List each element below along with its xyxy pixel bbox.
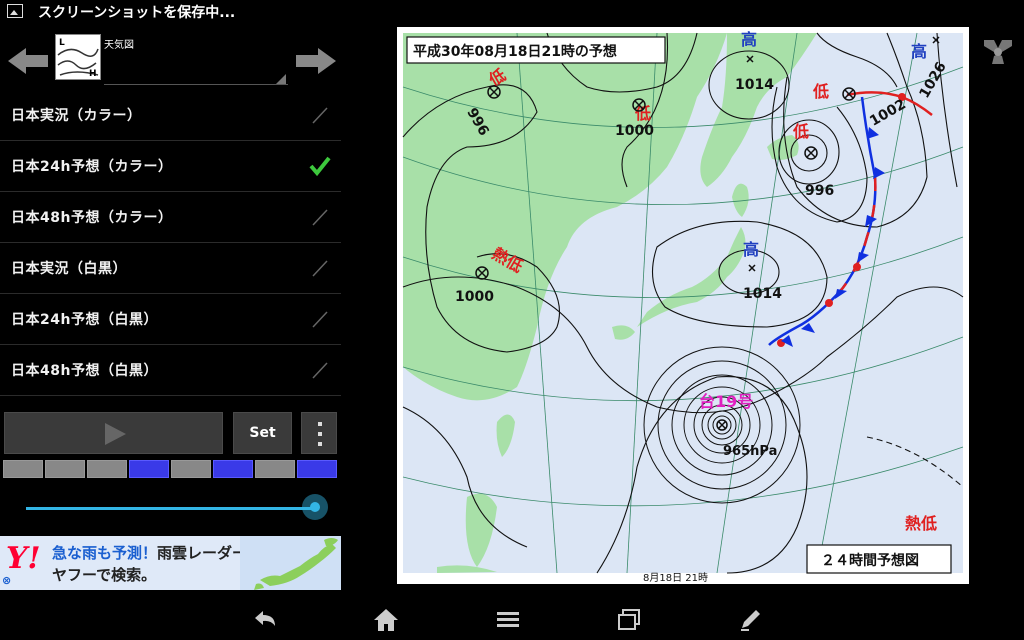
ad-close-icon[interactable]: ⊗ — [2, 574, 11, 587]
spinner-dropdown-icon[interactable] — [276, 74, 286, 84]
playback-controls: Set — [0, 410, 341, 456]
pressure-system-kind: 高 — [911, 42, 927, 61]
japan-map-icon — [240, 536, 341, 590]
pressure-system-kind: 高 — [743, 240, 759, 259]
frame-cell[interactable] — [297, 460, 337, 478]
unchecked-icon[interactable] — [309, 257, 331, 279]
ad-line-2: ヤフーで検索。 — [52, 566, 157, 584]
more-options-button[interactable] — [301, 412, 337, 454]
pressure-value: 1014 — [743, 286, 782, 302]
pressure-value: 1000 — [455, 289, 494, 305]
time-slider[interactable] — [0, 490, 341, 526]
list-item[interactable]: 日本実況（白黒） — [0, 243, 341, 294]
weather-chart: 低 996 低 1000 高 1014 低 996 低 1002 高 1026 … — [397, 27, 969, 584]
frame-cell[interactable] — [171, 460, 211, 478]
list-item[interactable]: 日本48h予想（白黒） — [0, 345, 341, 396]
list-item-label: 日本実況（白黒） — [11, 261, 127, 277]
frame-cell[interactable] — [213, 460, 253, 478]
pressure-value: 1014 — [735, 77, 774, 93]
set-button[interactable]: Set — [233, 412, 292, 454]
home-icon[interactable] — [370, 606, 402, 634]
map-selector-row: L H 天気図 — [0, 24, 341, 88]
frame-cell[interactable] — [255, 460, 295, 478]
list-item[interactable]: 日本24h予想（白黒） — [0, 294, 341, 345]
yahoo-logo: Y! — [6, 541, 41, 576]
control-panel: L H 天気図 日本実況（カラー） 日本24h予想（カラー） 日本48h予想（カ… — [0, 24, 341, 600]
pressure-value: 1000 — [615, 123, 654, 139]
list-item[interactable]: 日本24h予想（カラー） — [0, 141, 341, 192]
frame-cell[interactable] — [45, 460, 85, 478]
thumb-letter-h: H — [89, 69, 97, 79]
system-nav-bar — [0, 600, 1024, 640]
slider-track[interactable] — [26, 507, 315, 510]
unchecked-icon[interactable] — [309, 206, 331, 228]
map-title: 平成30年08月18日21時の予想 — [413, 43, 617, 60]
list-item-label: 日本48h予想（カラー） — [11, 210, 173, 226]
dot-icon — [318, 442, 322, 446]
play-button[interactable] — [4, 412, 223, 454]
unchecked-icon[interactable] — [309, 359, 331, 381]
list-item[interactable]: 日本実況（カラー） — [0, 90, 341, 141]
image-icon — [7, 4, 23, 18]
list-item-label: 日本24h予想（カラー） — [11, 159, 173, 175]
back-icon[interactable] — [249, 606, 281, 634]
map-name: 天気図 — [104, 40, 134, 51]
list-item-label: 日本48h予想（白黒） — [11, 363, 158, 379]
frame-cell[interactable] — [129, 460, 169, 478]
unchecked-icon[interactable] — [309, 308, 331, 330]
map-area: 低 996 低 1000 高 1014 低 996 低 1002 高 1026 … — [402, 30, 964, 574]
prev-arrow-icon[interactable] — [6, 46, 50, 76]
pressure-system-kind: 低 — [812, 82, 829, 101]
list-item[interactable]: 日本48h予想（カラー） — [0, 192, 341, 243]
spinner-underline[interactable] — [104, 84, 288, 85]
typhoon-label: 台19号 — [699, 392, 753, 411]
thumb-letter-l: L — [59, 38, 65, 48]
ad-line-1: 急な雨も予測！雨雲レーダーを — [52, 544, 263, 562]
pressure-system-kind: 低 — [792, 122, 809, 141]
frame-cell[interactable] — [87, 460, 127, 478]
list-item-label: 日本24h予想（白黒） — [11, 312, 158, 328]
recent-apps-icon[interactable] — [613, 606, 645, 634]
map-type-list: 日本実況（カラー） 日本24h予想（カラー） 日本48h予想（カラー） 日本実況… — [0, 90, 341, 396]
menu-icon[interactable] — [492, 606, 524, 634]
ad-banner[interactable]: Y! 急な雨も予測！雨雲レーダーを ヤフーで検索。 ⊗ — [0, 536, 341, 590]
frame-cell[interactable] — [3, 460, 43, 478]
pressure-value: 996 — [805, 183, 834, 199]
map-title-box: 平成30年08月18日21時の予想 — [406, 36, 666, 64]
hazard-icon[interactable] — [980, 34, 1016, 70]
edit-icon[interactable] — [735, 606, 767, 634]
pressure-system-kind: 熱低 — [905, 514, 937, 533]
status-bar: スクリーンショットを保存中... — [0, 0, 1024, 24]
list-item-label: 日本実況（カラー） — [11, 108, 142, 124]
slider-knob[interactable] — [302, 494, 328, 520]
dot-icon — [318, 432, 322, 436]
next-arrow-icon[interactable] — [294, 46, 338, 76]
pressure-system-kind: 高 — [741, 30, 757, 49]
play-icon — [105, 423, 126, 445]
typhoon-pressure: 965hPa — [723, 444, 777, 459]
bottom-date: 8月18日 21時 — [643, 572, 708, 584]
unchecked-icon[interactable] — [309, 104, 331, 126]
weather-map-thumbnail[interactable]: L H — [55, 34, 101, 80]
status-text: スクリーンショットを保存中... — [38, 5, 236, 21]
forecast-label: ２４時間予想図 — [821, 552, 919, 569]
dot-icon — [318, 422, 322, 426]
forecast-label-box: ２４時間予想図 — [806, 544, 952, 574]
frame-indicator — [3, 460, 339, 478]
checkmark-icon[interactable] — [309, 155, 331, 177]
